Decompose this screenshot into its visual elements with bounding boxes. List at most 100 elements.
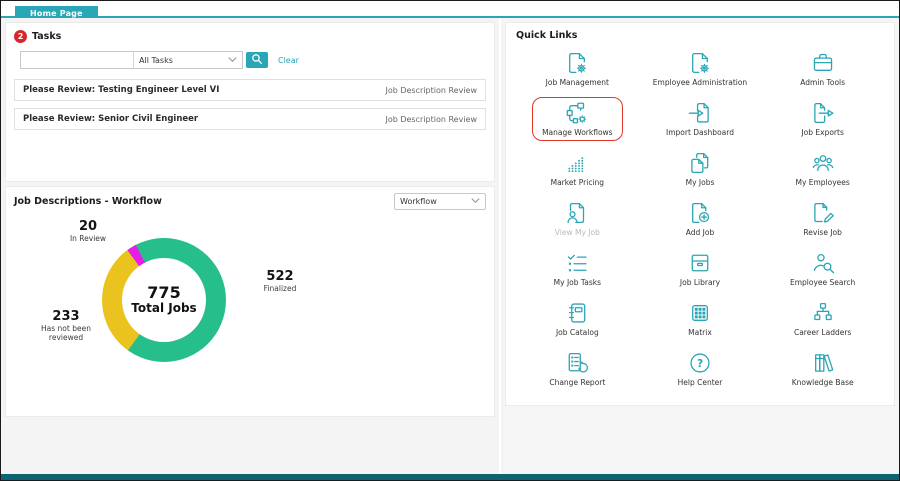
person-document-icon <box>564 200 590 226</box>
quick-link-employee-administration[interactable]: Employee Administration <box>639 44 762 94</box>
quick-link-label: Add Job <box>686 228 714 237</box>
tasks-header: 2 Tasks <box>14 30 486 43</box>
tasks-count-badge: 2 <box>14 30 27 43</box>
quick-link-help-center[interactable]: ? Help Center <box>639 344 762 394</box>
task-filter-value: All Tasks <box>139 56 173 65</box>
quick-link-import-dashboard[interactable]: Import Dashboard <box>639 94 762 144</box>
quick-link-label: Employee Administration <box>653 78 747 87</box>
quick-link-view-my-job[interactable]: View My Job <box>516 194 639 244</box>
quick-link-my-jobs[interactable]: My Jobs <box>639 144 762 194</box>
quick-link-add-job[interactable]: Add Job <box>639 194 762 244</box>
total-jobs-label: Total Jobs <box>131 301 196 315</box>
tab-bar: Home Page <box>1 1 899 18</box>
quick-link-label: My Job Tasks <box>554 278 601 287</box>
quick-link-manage-workflows[interactable]: Manage Workflows <box>516 94 639 144</box>
clear-link[interactable]: Clear <box>278 56 299 65</box>
search-box: All Tasks <box>20 51 243 69</box>
document-gear-icon <box>564 50 590 76</box>
task-category: Job Description Review <box>385 86 477 95</box>
quick-link-label: Help Center <box>678 378 723 387</box>
books-icon <box>810 350 836 376</box>
document-plus-icon <box>687 200 713 226</box>
task-category: Job Description Review <box>385 115 477 124</box>
quick-link-label: Matrix <box>688 328 712 337</box>
tasks-panel: 2 Tasks All Tasks <box>5 22 495 182</box>
checklist-icon <box>564 250 590 276</box>
quick-link-label: Import Dashboard <box>666 128 734 137</box>
quick-link-job-library[interactable]: Job Library <box>639 244 762 294</box>
quick-link-label: Job Exports <box>801 128 843 137</box>
quick-link-label: Employee Search <box>790 278 855 287</box>
quick-link-my-employees[interactable]: My Employees <box>761 144 884 194</box>
document-import-icon <box>687 100 713 126</box>
svg-text:?: ? <box>697 358 703 370</box>
donut-center-label: 775 Total Jobs <box>102 238 226 362</box>
quick-link-label: Job Catalog <box>556 328 599 337</box>
quick-link-label: Revise Job <box>803 228 841 237</box>
donut-chart: 775 Total Jobs 20 In Review 522 Finalize… <box>14 212 486 407</box>
dot-chart-icon <box>564 150 590 176</box>
finalized-value: 522 <box>242 270 318 285</box>
task-row[interactable]: Please Review: Senior Civil Engineer Job… <box>14 108 486 130</box>
quick-link-job-catalog[interactable]: Job Catalog <box>516 294 639 344</box>
chevron-down-icon <box>471 197 480 206</box>
tasks-title: Tasks <box>32 31 61 42</box>
org-chart-icon <box>810 300 836 326</box>
in-review-value: 20 <box>50 220 126 235</box>
quick-link-employee-search[interactable]: Employee Search <box>761 244 884 294</box>
quick-links-panel: Quick Links Job Management Employee Admin… <box>505 22 895 406</box>
task-title: Please Review: Senior Civil Engineer <box>23 114 198 124</box>
workflow-filter-value: Workflow <box>400 197 437 206</box>
document-gear-icon <box>687 50 713 76</box>
person-search-icon <box>810 250 836 276</box>
quick-link-admin-tools[interactable]: Admin Tools <box>761 44 884 94</box>
report-refresh-icon <box>564 350 590 376</box>
search-icon <box>251 53 263 68</box>
segment-label-finalized: 522 Finalized <box>242 270 318 294</box>
search-button[interactable] <box>246 52 268 68</box>
documents-icon <box>687 150 713 176</box>
tasks-search-row: All Tasks Clear <box>20 51 486 69</box>
quick-link-matrix[interactable]: Matrix <box>639 294 762 344</box>
quick-link-label: Market Pricing <box>551 178 604 187</box>
task-title: Please Review: Testing Engineer Level VI <box>23 85 219 95</box>
quick-link-label: View My Job <box>555 228 600 237</box>
task-row[interactable]: Please Review: Testing Engineer Level VI… <box>14 79 486 101</box>
main-content: 2 Tasks All Tasks <box>1 18 899 474</box>
quick-links-title: Quick Links <box>516 30 884 41</box>
segment-label-in-review: 20 In Review <box>50 220 126 244</box>
document-export-icon <box>810 100 836 126</box>
catalog-binder-icon <box>564 300 590 326</box>
quick-link-knowledge-base[interactable]: Knowledge Base <box>761 344 884 394</box>
quick-link-my-job-tasks[interactable]: My Job Tasks <box>516 244 639 294</box>
quick-link-market-pricing[interactable]: Market Pricing <box>516 144 639 194</box>
quick-link-job-management[interactable]: Job Management <box>516 44 639 94</box>
workflow-gear-icon <box>564 100 590 126</box>
bottom-bar <box>1 474 899 480</box>
grid-matrix-icon <box>687 300 713 326</box>
quick-link-label: Career Ladders <box>794 328 851 337</box>
task-filter-dropdown[interactable]: All Tasks <box>133 52 242 68</box>
workflow-header: Job Descriptions - Workflow Workflow <box>14 193 486 210</box>
quick-link-label: Admin Tools <box>800 78 845 87</box>
not-reviewed-label: Has not been reviewed <box>26 325 106 342</box>
not-reviewed-value: 233 <box>26 310 106 325</box>
document-pencil-icon <box>810 200 836 226</box>
in-review-label: In Review <box>50 235 126 244</box>
task-search-input[interactable] <box>21 52 133 66</box>
quick-link-label: Manage Workflows <box>542 128 613 137</box>
quick-link-label: Change Report <box>549 378 605 387</box>
quick-links-grid: Job Management Employee Administration Adm… <box>516 44 884 394</box>
workflow-filter-dropdown[interactable]: Workflow <box>394 193 486 210</box>
donut-ring: 775 Total Jobs <box>102 238 226 362</box>
total-jobs-value: 775 <box>147 285 180 302</box>
question-circle-icon: ? <box>687 350 713 376</box>
workflow-title: Job Descriptions - Workflow <box>14 196 162 207</box>
quick-link-job-exports[interactable]: Job Exports <box>761 94 884 144</box>
right-panel: Quick Links Job Management Employee Admin… <box>501 18 899 474</box>
quick-link-change-report[interactable]: Change Report <box>516 344 639 394</box>
segment-label-not-reviewed: 233 Has not been reviewed <box>26 310 106 342</box>
quick-link-revise-job[interactable]: Revise Job <box>761 194 884 244</box>
chevron-down-icon <box>228 56 237 65</box>
quick-link-career-ladders[interactable]: Career Ladders <box>761 294 884 344</box>
